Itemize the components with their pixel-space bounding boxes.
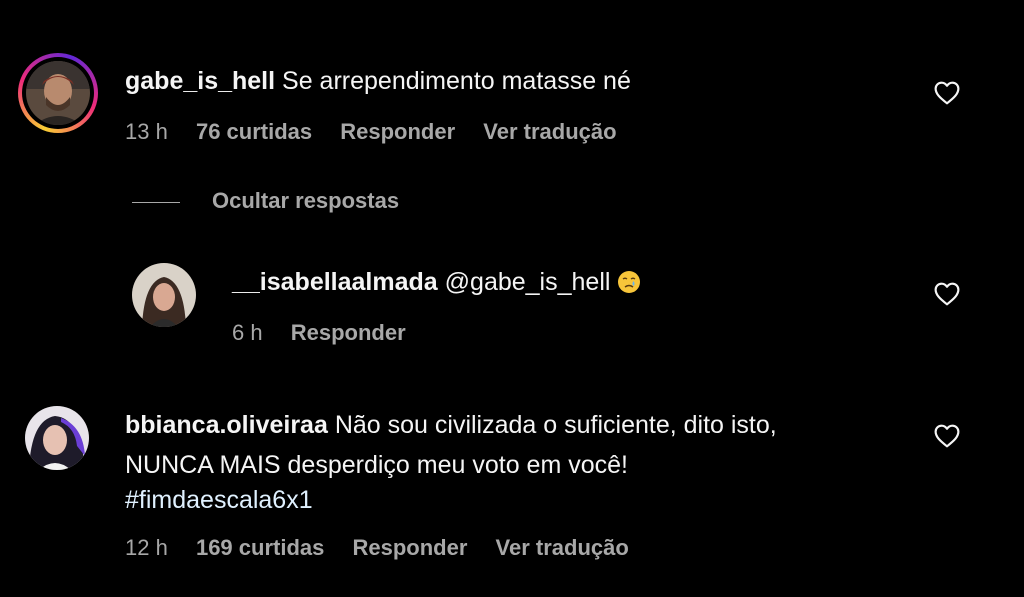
comment-text-line-2: NUNCA MAIS desperdiço meu voto em você! <box>125 446 628 484</box>
reply-button[interactable]: Responder <box>352 535 467 560</box>
story-ring[interactable] <box>18 53 98 133</box>
reply-button[interactable]: Responder <box>291 320 406 345</box>
reply-mention[interactable]: @gabe_is_hell <box>445 268 611 296</box>
comment-text: NUNCA MAIS desperdiço meu voto em você! <box>125 451 628 479</box>
comment-time: 12 h <box>125 535 168 560</box>
reply-time: 6 h <box>232 320 263 345</box>
hide-replies-button[interactable]: Ocultar respostas <box>212 188 399 214</box>
hashtag-link[interactable]: #fimdaescala6x1 <box>125 486 313 514</box>
comment-likes[interactable]: 169 curtidas <box>196 535 324 560</box>
comment-hashtag-line: #fimdaescala6x1 <box>125 481 313 519</box>
avatar[interactable] <box>26 61 90 125</box>
comment-text: Se arrependimento matasse né <box>282 67 631 95</box>
reply-button[interactable]: Responder <box>340 119 455 144</box>
reply-body: __isabellaalmada @gabe_is_hell <box>232 263 641 301</box>
heart-outline-icon[interactable] <box>934 424 960 448</box>
heart-outline-icon[interactable] <box>934 282 960 306</box>
comment-text-line-1: Não sou civilizada o suficiente, dito is… <box>334 411 777 439</box>
comment-body: bbianca.oliveiraa Não sou civilizada o s… <box>125 406 777 444</box>
comment-likes[interactable]: 76 curtidas <box>196 119 312 144</box>
comment-body: gabe_is_hell Se arrependimento matasse n… <box>125 62 631 100</box>
comments-page: gabe_is_hell Se arrependimento matasse n… <box>0 0 1024 597</box>
translate-button[interactable]: Ver tradução <box>483 119 616 144</box>
comment-meta: 12 h 169 curtidas Responder Ver tradução <box>125 535 651 561</box>
translate-button[interactable]: Ver tradução <box>496 535 629 560</box>
comment-username[interactable]: gabe_is_hell <box>125 67 275 95</box>
replies-divider <box>132 202 180 203</box>
crying-face-icon <box>618 271 641 293</box>
comment-time: 13 h <box>125 119 168 144</box>
comment-meta: 13 h 76 curtidas Responder Ver tradução <box>125 119 639 145</box>
avatar[interactable] <box>25 406 89 470</box>
comment-username[interactable]: bbianca.oliveiraa <box>125 411 328 439</box>
reply-username[interactable]: __isabellaalmada <box>232 268 438 296</box>
heart-outline-icon[interactable] <box>934 81 960 105</box>
avatar[interactable] <box>132 263 196 327</box>
reply-meta: 6 h Responder <box>232 320 428 346</box>
